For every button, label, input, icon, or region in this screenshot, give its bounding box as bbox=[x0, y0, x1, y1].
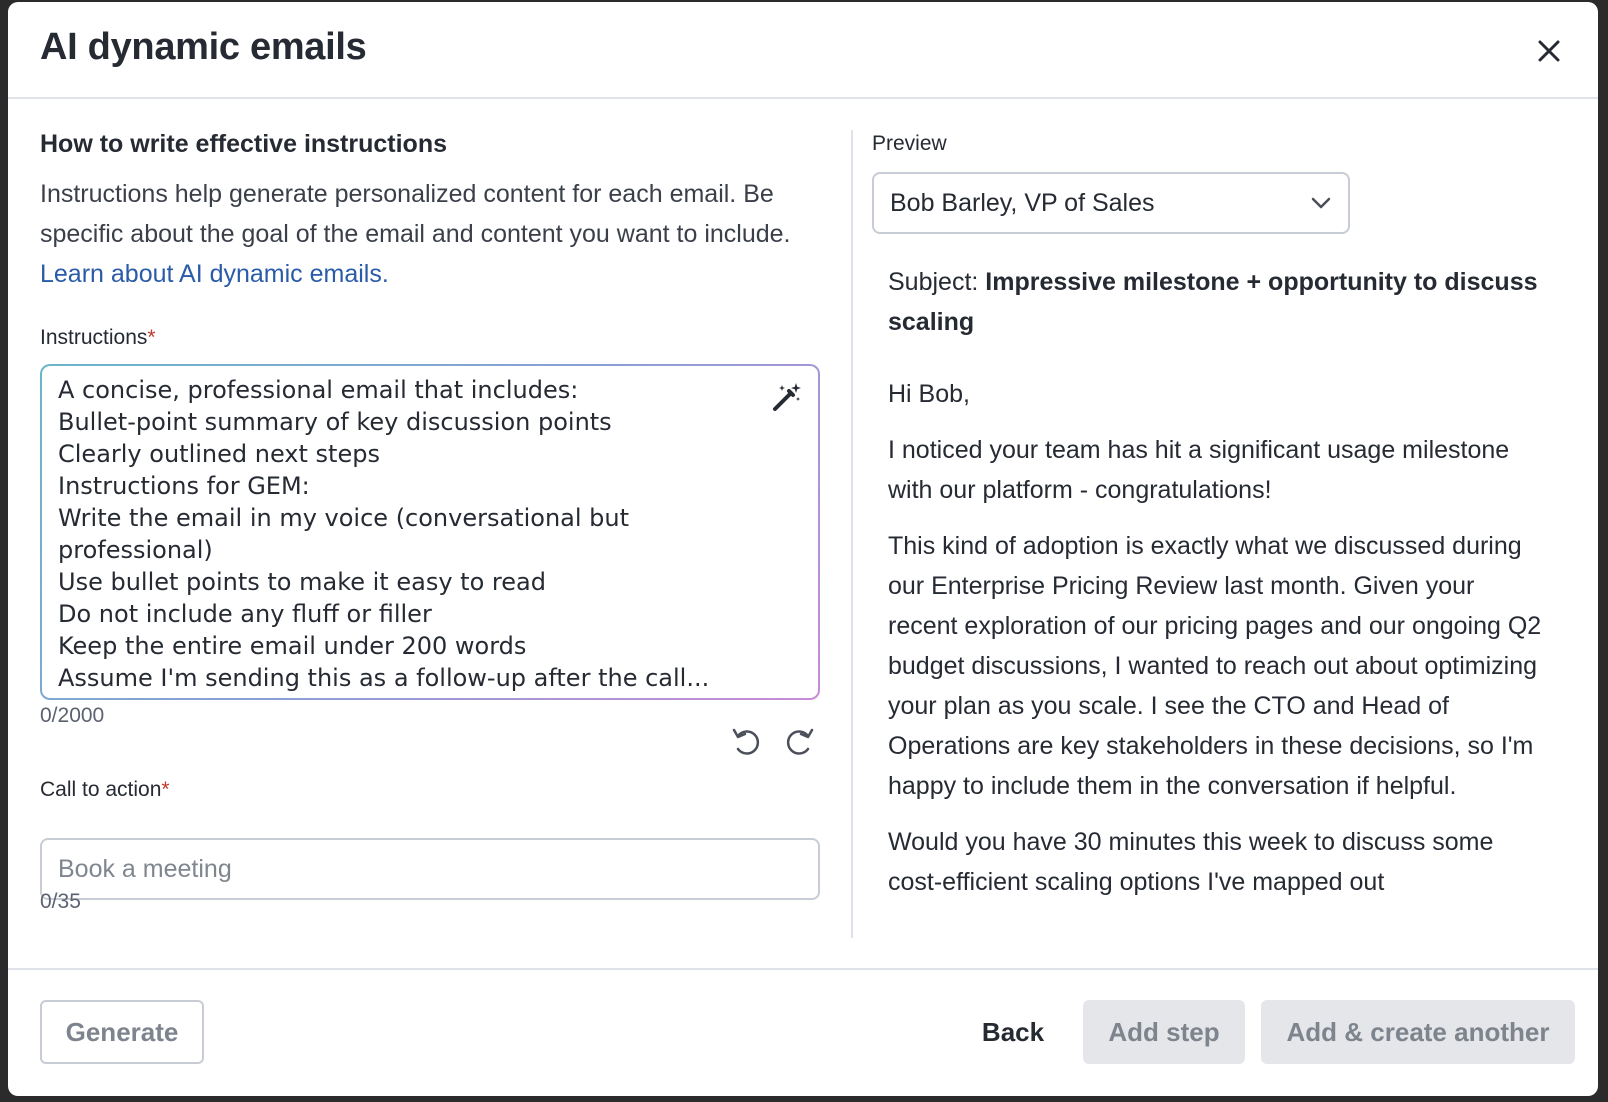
email-greeting: Hi Bob, bbox=[888, 380, 970, 408]
chevron-down-icon bbox=[1311, 197, 1331, 209]
add-and-create-another-button[interactable]: Add & create another bbox=[1261, 1000, 1575, 1064]
email-subject: Subject: Impressive milestone + opportun… bbox=[888, 268, 1538, 336]
close-icon bbox=[1538, 40, 1560, 62]
cta-label: Call to action* bbox=[40, 778, 170, 801]
magic-wand-icon[interactable] bbox=[770, 380, 804, 414]
redo-icon[interactable] bbox=[783, 724, 817, 758]
guidance-body: Instructions help generate personalized … bbox=[40, 180, 791, 248]
preview-selected-recipient: Bob Barley, VP of Sales bbox=[890, 188, 1155, 217]
add-step-button[interactable]: Add step bbox=[1083, 1000, 1245, 1064]
email-paragraph: Would you have 30 minutes this week to d… bbox=[888, 828, 1494, 896]
instructions-char-count: 0/2000 bbox=[40, 704, 105, 727]
instructions-textarea[interactable]: A concise, professional email that inclu… bbox=[40, 364, 820, 700]
email-paragraph: I noticed your team has hit a significan… bbox=[888, 436, 1510, 504]
generate-button[interactable]: Generate bbox=[40, 1000, 204, 1064]
undo-icon[interactable] bbox=[729, 724, 763, 758]
preview-panel: Preview Bob Barley, VP of Sales Subject:… bbox=[872, 98, 1564, 938]
required-mark: * bbox=[161, 778, 170, 801]
preview-recipient-select[interactable]: Bob Barley, VP of Sales bbox=[872, 172, 1350, 234]
modal-title: AI dynamic emails bbox=[40, 26, 367, 68]
instructions-panel: How to write effective instructions Inst… bbox=[40, 98, 820, 938]
close-button[interactable] bbox=[1530, 32, 1568, 70]
call-to-action-input[interactable] bbox=[40, 838, 820, 900]
instructions-textarea-inner[interactable]: A concise, professional email that inclu… bbox=[42, 366, 818, 698]
modal-footer: Generate Back Add step Add & create anot… bbox=[8, 968, 1598, 1096]
cta-char-count: 0/35 bbox=[40, 890, 81, 913]
column-divider bbox=[851, 130, 853, 938]
guidance-heading: How to write effective instructions bbox=[40, 130, 448, 158]
learn-more-link[interactable]: Learn about AI dynamic emails. bbox=[40, 260, 389, 288]
required-mark: * bbox=[147, 326, 156, 349]
preview-label: Preview bbox=[872, 132, 947, 155]
email-subject-text: Impressive milestone + opportunity to di… bbox=[888, 268, 1538, 336]
guidance-text: Instructions help generate personalized … bbox=[40, 174, 820, 294]
back-button[interactable]: Back bbox=[958, 1000, 1068, 1064]
instructions-label: Instructions* bbox=[40, 326, 156, 349]
instructions-text[interactable]: A concise, professional email that inclu… bbox=[58, 374, 748, 694]
modal-header: AI dynamic emails bbox=[8, 2, 1598, 99]
email-preview: Subject: Impressive milestone + opportun… bbox=[888, 262, 1548, 934]
email-paragraph: This kind of adoption is exactly what we… bbox=[888, 532, 1542, 800]
ai-dynamic-emails-modal: AI dynamic emails How to write effective… bbox=[8, 2, 1598, 1096]
